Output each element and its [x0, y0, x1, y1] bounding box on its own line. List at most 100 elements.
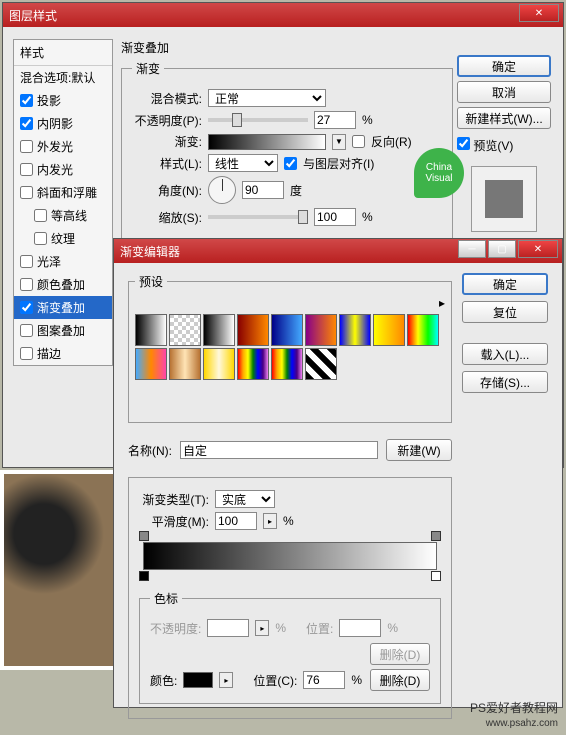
cancel-button[interactable]: 取消 — [457, 81, 551, 103]
stops-label: 色标 — [150, 590, 182, 607]
preset-swatch[interactable] — [203, 314, 235, 346]
style-select[interactable]: 线性 — [208, 154, 278, 172]
preset-swatch[interactable] — [339, 314, 371, 346]
gradient-bar[interactable] — [143, 542, 437, 570]
gradient-fieldset: 渐变 混合模式: 正常 不透明度(P): % 渐变: ▼ 反向(R) — [121, 60, 453, 239]
style-label: 纹理 — [51, 230, 75, 247]
preset-swatch[interactable] — [271, 314, 303, 346]
style-item[interactable]: 外发光 — [14, 135, 112, 158]
align-checkbox[interactable] — [284, 157, 297, 170]
color-swatch[interactable] — [183, 672, 213, 688]
name-input[interactable] — [180, 441, 378, 459]
smooth-input[interactable] — [215, 512, 257, 530]
scale-slider[interactable] — [208, 215, 308, 219]
color-stop-right[interactable] — [431, 571, 441, 581]
preset-swatch[interactable] — [237, 348, 269, 380]
layer-style-titlebar[interactable]: 图层样式 ✕ — [3, 3, 563, 27]
style-checkbox[interactable] — [20, 117, 33, 130]
opacity-input[interactable] — [314, 111, 356, 129]
preset-swatch[interactable] — [271, 348, 303, 380]
watermark: PS爱好者教程网 www.psahz.com — [470, 701, 558, 730]
grad-type-label: 渐变类型(T): — [139, 491, 209, 508]
style-checkbox[interactable] — [34, 209, 47, 222]
ok-button[interactable]: 确定 — [457, 55, 551, 77]
blend-mode-label: 混合模式: — [132, 90, 202, 107]
preset-swatch[interactable] — [135, 314, 167, 346]
preset-swatch[interactable] — [305, 348, 337, 380]
style-checkbox[interactable] — [20, 163, 33, 176]
name-label: 名称(N): — [128, 442, 172, 459]
ge-save-button[interactable]: 存储(S)... — [462, 371, 548, 393]
ge-load-button[interactable]: 载入(L)... — [462, 343, 548, 365]
preset-swatch[interactable] — [169, 314, 201, 346]
gradient-preview[interactable] — [208, 134, 326, 150]
color-pos-input[interactable] — [303, 671, 345, 689]
minimize-icon[interactable]: ─ — [458, 240, 486, 258]
reverse-checkbox[interactable] — [352, 135, 365, 148]
style-checkbox[interactable] — [20, 278, 33, 291]
color-dropdown-icon[interactable]: ▸ — [219, 672, 233, 688]
style-item[interactable]: 渐变叠加 — [14, 296, 112, 319]
new-style-button[interactable]: 新建样式(W)... — [457, 107, 551, 129]
style-checkbox[interactable] — [20, 347, 33, 360]
preset-swatch[interactable] — [373, 314, 405, 346]
color-label: 颜色: — [150, 672, 177, 689]
style-item[interactable]: 投影 — [14, 89, 112, 112]
style-checkbox[interactable] — [20, 94, 33, 107]
opacity-stop-left[interactable] — [139, 531, 149, 541]
style-item[interactable]: 图案叠加 — [14, 319, 112, 342]
style-checkbox[interactable] — [20, 255, 33, 268]
gradient-dropdown-icon[interactable]: ▼ — [332, 134, 346, 150]
style-item[interactable]: 内阴影 — [14, 112, 112, 135]
style-checkbox[interactable] — [34, 232, 47, 245]
maximize-icon[interactable]: ▢ — [488, 240, 516, 258]
angle-input[interactable] — [242, 181, 284, 199]
ge-ok-button[interactable]: 确定 — [462, 273, 548, 295]
color-stop-left[interactable] — [139, 571, 149, 581]
style-label: 渐变叠加 — [37, 299, 85, 316]
preset-swatch[interactable] — [407, 314, 439, 346]
scale-input[interactable] — [314, 208, 356, 226]
preset-swatch[interactable] — [169, 348, 201, 380]
smooth-label: 平滑度(M): — [139, 513, 209, 530]
grad-type-select[interactable]: 实底 — [215, 490, 275, 508]
style-item[interactable]: 内发光 — [14, 158, 112, 181]
style-checkbox[interactable] — [20, 301, 33, 314]
blend-options-item[interactable]: 混合选项:默认 — [14, 66, 112, 89]
styles-header[interactable]: 样式 — [14, 40, 112, 66]
preset-swatch[interactable] — [135, 348, 167, 380]
smooth-dropdown-icon[interactable]: ▸ — [263, 513, 277, 529]
ge-reset-button[interactable]: 复位 — [462, 301, 548, 323]
preset-grid — [135, 314, 445, 380]
style-item[interactable]: 光泽 — [14, 250, 112, 273]
color-pos-unit: % — [351, 673, 362, 687]
preview-checkbox[interactable] — [457, 137, 470, 150]
background-image — [0, 470, 120, 670]
close-icon[interactable]: ✕ — [518, 240, 558, 258]
dialog-buttons: 确定 取消 新建样式(W)... 预览(V) — [457, 55, 551, 232]
presets-menu-icon[interactable]: ▸ — [439, 296, 445, 310]
blend-mode-select[interactable]: 正常 — [208, 89, 326, 107]
style-item[interactable]: 颜色叠加 — [14, 273, 112, 296]
preset-swatch[interactable] — [237, 314, 269, 346]
delete-color-stop-button[interactable]: 删除(D) — [370, 669, 430, 691]
angle-dial[interactable] — [208, 176, 236, 204]
gradient-editor-titlebar[interactable]: 渐变编辑器 ─ ▢ ✕ — [114, 239, 562, 263]
preset-swatch[interactable] — [203, 348, 235, 380]
gradient-editor-dialog: 渐变编辑器 ─ ▢ ✕ 预设 ▸ 名称(N): 新建(W) 渐变类型(T): — [113, 238, 563, 708]
gradient-settings: 渐变类型(T): 实底 平滑度(M): ▸ % 色标 — [128, 477, 452, 719]
stops-fieldset: 色标 不透明度: ▸ % 位置: % 删除(D) 颜色: ▸ — [139, 590, 441, 704]
style-item[interactable]: 描边 — [14, 342, 112, 365]
style-item[interactable]: 纹理 — [14, 227, 112, 250]
style-item[interactable]: 等高线 — [14, 204, 112, 227]
gradient-editor-title: 渐变编辑器 — [120, 243, 180, 260]
style-item[interactable]: 斜面和浮雕 — [14, 181, 112, 204]
style-checkbox[interactable] — [20, 186, 33, 199]
opacity-stop-right[interactable] — [431, 531, 441, 541]
close-icon[interactable]: ✕ — [519, 4, 559, 22]
opacity-slider[interactable] — [208, 118, 308, 122]
style-checkbox[interactable] — [20, 140, 33, 153]
new-gradient-button[interactable]: 新建(W) — [386, 439, 452, 461]
style-checkbox[interactable] — [20, 324, 33, 337]
preset-swatch[interactable] — [305, 314, 337, 346]
